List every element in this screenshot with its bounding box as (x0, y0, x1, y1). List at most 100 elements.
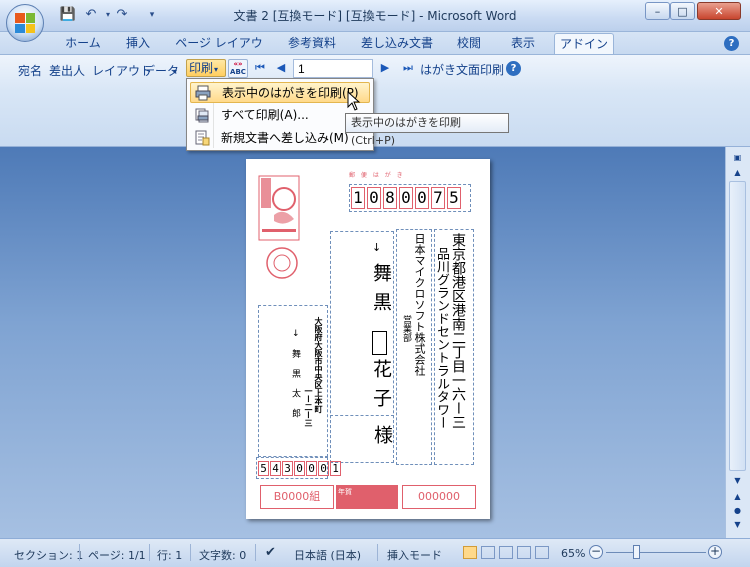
minimize-button[interactable]: – (645, 2, 670, 20)
menu-item-label: 新規文書へ差し込み(M) (221, 131, 349, 145)
menu-item-label: すべて印刷(A)... (221, 108, 309, 122)
maximize-button[interactable]: □ (670, 2, 695, 20)
recipient-button[interactable]: 宛名 (18, 63, 42, 80)
close-button[interactable]: ✕ (697, 2, 741, 20)
office-logo-icon (15, 13, 35, 33)
sender-address-number: 一ー二ー三 (304, 387, 313, 427)
outline-view-icon[interactable] (517, 546, 531, 559)
print-label: 印刷 (189, 61, 214, 75)
full-screen-view-icon[interactable] (481, 546, 495, 559)
language-indicator[interactable]: 日本語 (日本) (294, 547, 361, 563)
ruler-toggle-icon[interactable]: ▣ (729, 152, 746, 164)
web-layout-view-icon[interactable] (499, 546, 513, 559)
printer-icon (195, 85, 211, 101)
zoom-out-icon[interactable]: − (589, 545, 603, 559)
lottery-stamp-icon: 年賀 (336, 485, 398, 509)
mouse-cursor-icon (347, 91, 361, 111)
next-record-icon[interactable]: ▶ (378, 61, 392, 75)
record-number-input[interactable] (293, 59, 373, 78)
abc-preview-button[interactable]: «» ABC (228, 59, 248, 78)
window-title: 文書 2 [互換モード] [互換モード] - Microsoft Word (233, 9, 517, 23)
recipient-surname: 舞黒 (370, 263, 392, 321)
postal-digit: 4 (270, 461, 281, 476)
addin-help-icon[interactable]: ? (506, 61, 521, 76)
tab-review[interactable]: 校閲 (450, 33, 488, 54)
postal-digit: 7 (431, 187, 445, 209)
document-area[interactable]: 郵 便 は が き 1 0 8 0 0 7 5 東京都港区港南二丁目一六ー三 品… (0, 147, 725, 538)
postal-digit: 0 (306, 461, 317, 476)
data-dropdown-icon[interactable]: ▾ (173, 67, 177, 76)
zoom-in-icon[interactable]: + (708, 545, 722, 559)
tooltip: 表示中のはがきを印刷 (Ctrl+P) (345, 113, 509, 147)
postal-digit: 5 (447, 187, 461, 209)
office-button[interactable] (6, 4, 44, 42)
recipient-postal-code: 1 0 8 0 0 7 5 (351, 187, 463, 212)
postal-digit: 3 (282, 461, 293, 476)
postal-digit: 0 (294, 461, 305, 476)
scroll-down-icon[interactable]: ▼ (729, 475, 746, 487)
print-layout-view-icon[interactable] (463, 546, 477, 559)
page-indicator[interactable]: ページ: 1/1 (88, 547, 146, 563)
postal-digit: 0 (367, 187, 381, 209)
tab-insert[interactable]: 挿入 (118, 33, 158, 54)
recipient-given-name: 花子 (370, 359, 392, 417)
line-indicator[interactable]: 行: 1 (157, 547, 182, 563)
tab-addins[interactable]: アドイン (554, 33, 614, 54)
postal-digit: 0 (318, 461, 329, 476)
scroll-up-icon[interactable]: ▲ (729, 167, 746, 179)
tab-mailings[interactable]: 差し込み文書 (356, 33, 438, 54)
postmark-icon (266, 247, 298, 279)
zoom-slider-track[interactable] (606, 552, 706, 553)
next-page-icon[interactable]: ▼ (729, 519, 746, 531)
honorific: 様 (371, 425, 393, 444)
postal-digit: 1 (351, 187, 365, 209)
arrow-down-icon: ↓ (292, 329, 300, 339)
proofing-icon[interactable]: ✔ (265, 545, 276, 560)
menu-item-merge-new[interactable]: 新規文書へ差し込み(M) (190, 128, 370, 149)
section-indicator[interactable]: セクション: 1 (14, 547, 83, 563)
tab-view[interactable]: 表示 (504, 33, 542, 54)
last-record-icon[interactable]: ⏭ (401, 61, 415, 75)
chevron-down-icon: ▾ (214, 65, 219, 74)
stamp-icon (258, 175, 300, 241)
department: 営業部 (401, 315, 411, 342)
sender-button[interactable]: 差出人 (49, 63, 85, 80)
vertical-scrollbar[interactable]: ▣ ▲ ▼ ▲ ● ▼ (725, 147, 750, 538)
menu-item-print-current[interactable]: 表示中のはがきを印刷(P) (190, 82, 370, 103)
word-count[interactable]: 文字数: 0 (199, 547, 246, 563)
prev-page-icon[interactable]: ▲ (729, 491, 746, 503)
merge-icon (195, 130, 210, 146)
sender-postal-code: 5 4 3 0 0 0 1 (258, 461, 342, 476)
first-record-icon[interactable]: ⏮ (253, 61, 267, 75)
tab-references[interactable]: 参考資料 (278, 33, 346, 54)
postcard-header: 郵 便 は が き (349, 172, 405, 179)
browse-object-icon[interactable]: ● (729, 505, 746, 517)
print-all-icon (195, 108, 209, 123)
postcard-page[interactable]: 郵 便 は が き 1 0 8 0 0 7 5 東京都港区港南二丁目一六ー三 品… (246, 159, 490, 519)
title-bar: 💾 ↶ ▾ ↷ ▾ 文書 2 [互換モード] [互換モード] - Microso… (0, 0, 750, 32)
abc-arrows-icon: «» (233, 60, 243, 68)
help-icon[interactable]: ? (724, 36, 739, 51)
draft-view-icon[interactable] (535, 546, 549, 559)
postal-digit: 0 (415, 187, 429, 209)
postcard-face-print-button[interactable]: はがき文面印刷 (420, 62, 504, 79)
insert-mode-indicator[interactable]: 挿入モード (387, 547, 442, 563)
zoom-level[interactable]: 65% (561, 547, 585, 560)
name-spacer-box (372, 331, 387, 355)
lottery-number: 000000 (402, 485, 476, 509)
postal-digit: 0 (399, 187, 413, 209)
lottery-group: B0000組 (260, 485, 334, 509)
prev-record-icon[interactable]: ◀ (274, 61, 288, 75)
menu-item-print-all[interactable]: すべて印刷(A)... (190, 105, 370, 126)
tab-page-layout[interactable]: ページ レイアウト (170, 33, 268, 70)
zoom-slider-thumb[interactable] (633, 545, 640, 559)
postal-digit: 1 (330, 461, 341, 476)
postal-digit: 8 (383, 187, 397, 209)
company-name: 日本マイクロソフト株式会社 (413, 233, 426, 376)
stamp-label: 年賀 (338, 488, 352, 496)
scroll-thumb[interactable] (729, 181, 746, 471)
ribbon-tabs: ホーム 挿入 ページ レイアウト 参考資料 差し込み文書 校閲 表示 アドイン … (0, 32, 750, 70)
tab-home[interactable]: ホーム (58, 33, 108, 54)
print-dropdown-button[interactable]: 印刷▾ (186, 59, 226, 77)
sender-address: 大阪府大阪市中央区上本町 (314, 317, 323, 413)
